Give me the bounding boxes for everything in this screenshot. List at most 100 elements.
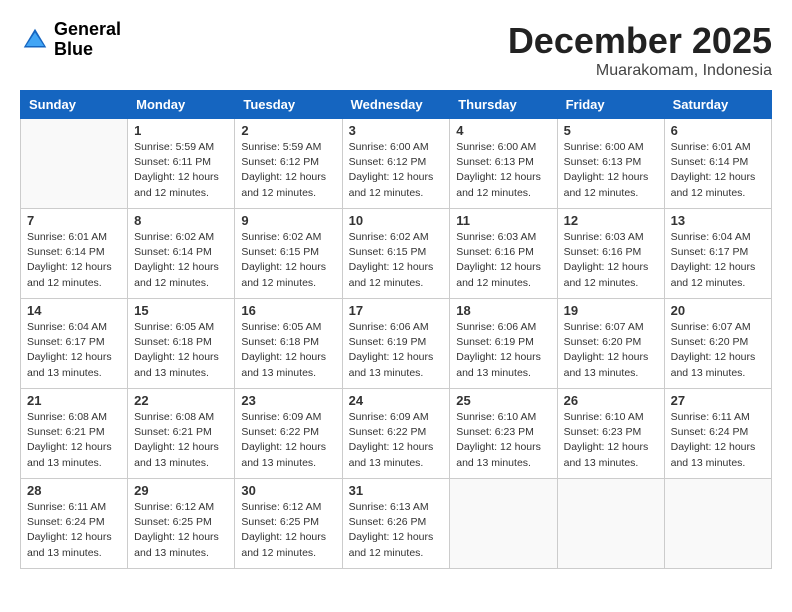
weekday-header: Friday: [557, 91, 664, 119]
day-info: Sunrise: 6:05 AM Sunset: 6:18 PM Dayligh…: [134, 320, 228, 381]
calendar-cell: 5 Sunrise: 6:00 AM Sunset: 6:13 PM Daylig…: [557, 119, 664, 209]
day-info: Sunrise: 6:09 AM Sunset: 6:22 PM Dayligh…: [349, 410, 444, 471]
calendar-cell: 12Sunrise: 6:03 AM Sunset: 6:16 PM Dayli…: [557, 209, 664, 299]
calendar-cell: [664, 479, 771, 569]
day-info: Sunrise: 6:11 AM Sunset: 6:24 PM Dayligh…: [27, 500, 121, 561]
day-number: 27: [671, 393, 765, 408]
location: Muarakomam, Indonesia: [508, 62, 772, 80]
calendar-cell: 19Sunrise: 6:07 AM Sunset: 6:20 PM Dayli…: [557, 299, 664, 389]
calendar-cell: 2 Sunrise: 5:59 AM Sunset: 6:12 PM Daylig…: [235, 119, 342, 209]
weekday-header: Monday: [128, 91, 235, 119]
day-info: Sunrise: 6:04 AM Sunset: 6:17 PM Dayligh…: [671, 230, 765, 291]
day-number: 28: [27, 483, 121, 498]
calendar-cell: 15 Sunrise: 6:05 AM Sunset: 6:18 PM Dayli…: [128, 299, 235, 389]
weekday-header: Tuesday: [235, 91, 342, 119]
day-number: 13: [671, 213, 765, 228]
calendar-cell: 30 Sunrise: 6:12 AM Sunset: 6:25 PM Dayli…: [235, 479, 342, 569]
logo: General Blue: [20, 20, 121, 60]
day-info: Sunrise: 6:12 AM Sunset: 6:25 PM Dayligh…: [241, 500, 335, 561]
logo-icon: [20, 25, 50, 55]
day-info: Sunrise: 6:06 AM Sunset: 6:19 PM Dayligh…: [456, 320, 550, 381]
day-info: Sunrise: 6:00 AM Sunset: 6:13 PM Dayligh…: [564, 140, 658, 201]
day-number: 21: [27, 393, 121, 408]
weekday-header: Wednesday: [342, 91, 450, 119]
calendar-cell: 16 Sunrise: 6:05 AM Sunset: 6:18 PM Dayli…: [235, 299, 342, 389]
calendar-cell: 23Sunrise: 6:09 AM Sunset: 6:22 PM Dayli…: [235, 389, 342, 479]
day-info: Sunrise: 6:05 AM Sunset: 6:18 PM Dayligh…: [241, 320, 335, 381]
calendar-cell: 28 Sunrise: 6:11 AM Sunset: 6:24 PM Dayli…: [21, 479, 128, 569]
day-number: 9: [241, 213, 335, 228]
day-number: 20: [671, 303, 765, 318]
calendar-cell: 11 Sunrise: 6:03 AM Sunset: 6:16 PM Dayli…: [450, 209, 557, 299]
day-info: Sunrise: 6:01 AM Sunset: 6:14 PM Dayligh…: [671, 140, 765, 201]
day-number: 5: [564, 123, 658, 138]
day-info: Sunrise: 6:06 AM Sunset: 6:19 PM Dayligh…: [349, 320, 444, 381]
logo-text: General Blue: [54, 20, 121, 60]
day-number: 7: [27, 213, 121, 228]
day-info: Sunrise: 6:08 AM Sunset: 6:21 PM Dayligh…: [27, 410, 121, 471]
day-number: 8: [134, 213, 228, 228]
day-info: Sunrise: 6:10 AM Sunset: 6:23 PM Dayligh…: [564, 410, 658, 471]
day-info: Sunrise: 5:59 AM Sunset: 6:11 PM Dayligh…: [134, 140, 228, 201]
day-number: 18: [456, 303, 550, 318]
calendar-cell: 9 Sunrise: 6:02 AM Sunset: 6:15 PM Daylig…: [235, 209, 342, 299]
day-info: Sunrise: 5:59 AM Sunset: 6:12 PM Dayligh…: [241, 140, 335, 201]
day-info: Sunrise: 6:02 AM Sunset: 6:14 PM Dayligh…: [134, 230, 228, 291]
weekday-header: Thursday: [450, 91, 557, 119]
day-number: 16: [241, 303, 335, 318]
day-number: 12: [564, 213, 658, 228]
calendar-cell: 18 Sunrise: 6:06 AM Sunset: 6:19 PM Dayli…: [450, 299, 557, 389]
day-number: 31: [349, 483, 444, 498]
day-info: Sunrise: 6:02 AM Sunset: 6:15 PM Dayligh…: [349, 230, 444, 291]
day-number: 11: [456, 213, 550, 228]
logo-blue: Blue: [54, 40, 121, 60]
day-info: Sunrise: 6:11 AM Sunset: 6:24 PM Dayligh…: [671, 410, 765, 471]
calendar-cell: 31Sunrise: 6:13 AM Sunset: 6:26 PM Dayli…: [342, 479, 450, 569]
calendar-cell: [21, 119, 128, 209]
page-header: General Blue December 2025 Muarakomam, I…: [20, 20, 772, 80]
day-info: Sunrise: 6:04 AM Sunset: 6:17 PM Dayligh…: [27, 320, 121, 381]
day-number: 29: [134, 483, 228, 498]
day-info: Sunrise: 6:07 AM Sunset: 6:20 PM Dayligh…: [671, 320, 765, 381]
day-number: 14: [27, 303, 121, 318]
logo-general: General: [54, 20, 121, 40]
day-number: 2: [241, 123, 335, 138]
day-info: Sunrise: 6:00 AM Sunset: 6:12 PM Dayligh…: [349, 140, 444, 201]
calendar: SundayMondayTuesdayWednesdayThursdayFrid…: [20, 90, 772, 569]
calendar-cell: 1 Sunrise: 5:59 AM Sunset: 6:11 PM Daylig…: [128, 119, 235, 209]
day-number: 30: [241, 483, 335, 498]
month-title: December 2025: [508, 20, 772, 62]
calendar-cell: [450, 479, 557, 569]
day-number: 19: [564, 303, 658, 318]
weekday-header: Saturday: [664, 91, 771, 119]
day-number: 24: [349, 393, 444, 408]
calendar-cell: 14 Sunrise: 6:04 AM Sunset: 6:17 PM Dayli…: [21, 299, 128, 389]
day-number: 25: [456, 393, 550, 408]
calendar-cell: 22 Sunrise: 6:08 AM Sunset: 6:21 PM Dayli…: [128, 389, 235, 479]
calendar-cell: 21 Sunrise: 6:08 AM Sunset: 6:21 PM Dayli…: [21, 389, 128, 479]
day-info: Sunrise: 6:02 AM Sunset: 6:15 PM Dayligh…: [241, 230, 335, 291]
day-number: 10: [349, 213, 444, 228]
day-number: 3: [349, 123, 444, 138]
day-number: 26: [564, 393, 658, 408]
calendar-cell: 7 Sunrise: 6:01 AM Sunset: 6:14 PM Daylig…: [21, 209, 128, 299]
day-number: 6: [671, 123, 765, 138]
calendar-cell: 4Sunrise: 6:00 AM Sunset: 6:13 PM Daylig…: [450, 119, 557, 209]
day-info: Sunrise: 6:10 AM Sunset: 6:23 PM Dayligh…: [456, 410, 550, 471]
day-number: 1: [134, 123, 228, 138]
day-info: Sunrise: 6:03 AM Sunset: 6:16 PM Dayligh…: [456, 230, 550, 291]
calendar-cell: [557, 479, 664, 569]
day-info: Sunrise: 6:09 AM Sunset: 6:22 PM Dayligh…: [241, 410, 335, 471]
day-number: 17: [349, 303, 444, 318]
calendar-cell: 27 Sunrise: 6:11 AM Sunset: 6:24 PM Dayli…: [664, 389, 771, 479]
day-info: Sunrise: 6:12 AM Sunset: 6:25 PM Dayligh…: [134, 500, 228, 561]
calendar-cell: 8 Sunrise: 6:02 AM Sunset: 6:14 PM Daylig…: [128, 209, 235, 299]
calendar-cell: 10 Sunrise: 6:02 AM Sunset: 6:15 PM Dayli…: [342, 209, 450, 299]
day-info: Sunrise: 6:00 AM Sunset: 6:13 PM Dayligh…: [456, 140, 550, 201]
weekday-header: Sunday: [21, 91, 128, 119]
day-number: 15: [134, 303, 228, 318]
calendar-cell: 17 Sunrise: 6:06 AM Sunset: 6:19 PM Dayli…: [342, 299, 450, 389]
day-number: 22: [134, 393, 228, 408]
day-info: Sunrise: 6:01 AM Sunset: 6:14 PM Dayligh…: [27, 230, 121, 291]
day-info: Sunrise: 6:08 AM Sunset: 6:21 PM Dayligh…: [134, 410, 228, 471]
